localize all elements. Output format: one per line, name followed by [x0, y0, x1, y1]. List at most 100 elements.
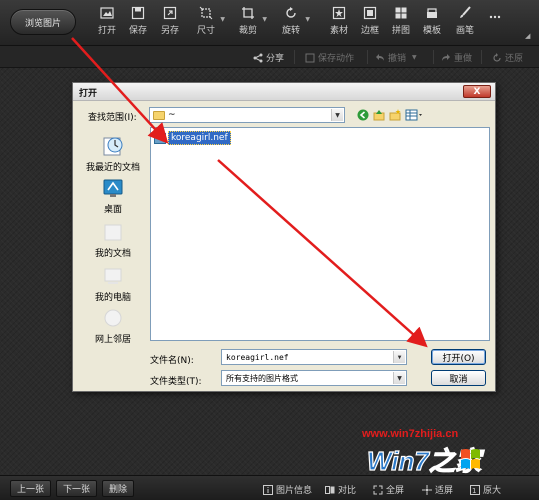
crop-dropdown-icon[interactable]: ▼: [262, 16, 267, 23]
undo-icon: [376, 53, 384, 61]
save-as-icon: [163, 6, 177, 20]
filetype-dropdown-icon[interactable]: ▼: [393, 372, 405, 384]
save-action-label: 保存动作: [318, 54, 355, 64]
place-my-documents[interactable]: 我的文档: [79, 221, 147, 259]
more-dots-icon: [489, 15, 501, 19]
previous-image-button[interactable]: 上一张: [10, 480, 52, 497]
place-label: 我的文档: [94, 249, 131, 259]
image-info-label: 图片信息: [276, 486, 313, 496]
image-info-icon: [263, 484, 273, 495]
look-in-value: ~: [168, 110, 176, 120]
filename-label: 文件名(N):: [150, 356, 194, 366]
crop-tool-button[interactable]: 裁剪 ▼: [239, 6, 267, 42]
filename-value: koreagirl.nef: [226, 352, 289, 362]
dialog-titlebar[interactable]: 打开 X: [73, 83, 495, 101]
look-in-dropdown-icon[interactable]: ▼: [331, 109, 343, 121]
original-size-button[interactable]: 1 原大: [470, 483, 501, 496]
bottom-bar: 上一张 下一张 删除 图片信息 对比 全屏 适屏 1 原大: [0, 475, 539, 500]
compare-icon: [325, 485, 335, 494]
back-icon[interactable]: [357, 109, 369, 121]
next-image-button[interactable]: 下一张: [56, 480, 98, 497]
file-list[interactable]: koreagirl.nef: [150, 127, 490, 341]
up-folder-icon[interactable]: [373, 109, 385, 121]
sticker-tool-button[interactable]: 素材: [330, 6, 348, 42]
save-action-button[interactable]: 保存动作: [305, 51, 354, 64]
redo-label: 重做: [454, 54, 473, 64]
save-icon: [131, 6, 145, 20]
my-documents-icon: [104, 224, 122, 241]
place-label: 网上邻居: [94, 335, 131, 345]
recent-docs-icon: [103, 137, 123, 156]
dialog-close-button[interactable]: X: [463, 85, 491, 98]
resize-tool-button[interactable]: 尺寸 ▼: [197, 6, 225, 42]
place-label: 桌面: [103, 205, 122, 215]
filename-input[interactable]: koreagirl.nef ▼: [221, 349, 407, 365]
save-tool-button[interactable]: 保存: [129, 6, 147, 42]
place-desktop[interactable]: 桌面: [79, 177, 147, 215]
my-computer-icon: [104, 268, 122, 284]
brush-tool-button[interactable]: 画笔: [456, 6, 474, 42]
look-in-select[interactable]: ~ ▼: [149, 107, 345, 123]
browse-images-button[interactable]: 浏览图片: [10, 9, 76, 35]
cancel-button[interactable]: 取消: [431, 370, 486, 386]
places-bar: 我最近的文档 桌面 我的文档 我的电脑 网上邻居: [79, 127, 147, 345]
sticker-icon: [332, 6, 346, 20]
file-list-item[interactable]: koreagirl.nef: [154, 131, 231, 145]
rotate-tool-button[interactable]: 旋转 ▼: [282, 6, 310, 42]
new-folder-icon[interactable]: [389, 109, 401, 121]
open-button[interactable]: 打开(O): [431, 349, 486, 365]
open-tool-label: 打开: [98, 26, 117, 36]
open-file-dialog: 打开 X 查找范围(I): ~ ▼ 我最近的文档 桌面 我的文档 我的电脑 网上…: [72, 82, 496, 392]
more-tools-button[interactable]: [488, 10, 502, 46]
template-tool-button[interactable]: 模板: [423, 6, 441, 42]
look-in-label: 查找范围(I):: [88, 113, 137, 123]
fit-screen-icon: [422, 484, 432, 495]
share-label: 分享: [266, 54, 285, 64]
border-tool-label: 边框: [361, 26, 380, 36]
delete-image-button[interactable]: 删除: [102, 480, 135, 497]
collage-tool-button[interactable]: 拼图: [392, 6, 410, 42]
open-tool-button[interactable]: 打开: [98, 6, 116, 42]
place-label: 我最近的文档: [85, 163, 140, 173]
nef-file-icon: [154, 132, 166, 144]
brush-icon: [460, 6, 471, 18]
resize-icon: [199, 6, 213, 20]
redo-button[interactable]: 重做: [441, 51, 472, 64]
action-separator: [433, 50, 434, 64]
resize-dropdown-icon[interactable]: ▼: [220, 16, 225, 23]
compare-label: 对比: [338, 486, 357, 496]
place-my-computer[interactable]: 我的电脑: [79, 265, 147, 303]
network-icon: [104, 309, 122, 327]
share-button[interactable]: 分享: [253, 51, 284, 64]
rotate-dropdown-icon[interactable]: ▼: [305, 16, 310, 23]
win7-logo: Win7之家: [366, 446, 485, 474]
restore-button[interactable]: 还原: [492, 51, 523, 64]
resize-tool-label: 尺寸: [197, 26, 216, 36]
filename-dropdown-icon[interactable]: ▼: [393, 351, 405, 363]
save-as-tool-button[interactable]: 另存: [161, 6, 179, 42]
place-recent-documents[interactable]: 我最近的文档: [79, 135, 147, 173]
fullscreen-button[interactable]: 全屏: [373, 483, 404, 496]
collage-tool-label: 拼图: [392, 26, 411, 36]
crop-icon: [242, 7, 254, 19]
collage-icon: [395, 7, 407, 19]
save-as-tool-label: 另存: [161, 26, 180, 36]
undo-button[interactable]: 撤销 ▼: [375, 51, 417, 64]
compare-button[interactable]: 对比: [325, 483, 356, 496]
action-bar: 分享 保存动作 撤销 ▼ 重做 还原: [0, 46, 539, 68]
view-menu-icon[interactable]: [405, 109, 423, 121]
dialog-title: 打开: [79, 89, 98, 99]
border-tool-button[interactable]: 边框: [361, 6, 379, 42]
fullscreen-label: 全屏: [386, 486, 405, 496]
toolbar-expand-icon[interactable]: ◢: [525, 32, 530, 40]
brush-tool-label: 画笔: [456, 26, 475, 36]
undo-dropdown-icon[interactable]: ▼: [412, 54, 417, 61]
filetype-select[interactable]: 所有支持的图片格式 ▼: [221, 370, 407, 386]
sticker-tool-label: 素材: [330, 26, 349, 36]
image-info-button[interactable]: 图片信息: [263, 483, 312, 496]
rotate-tool-label: 旋转: [282, 26, 301, 36]
fit-screen-button[interactable]: 适屏: [422, 483, 453, 496]
place-label: 我的电脑: [94, 293, 131, 303]
border-icon: [363, 6, 377, 20]
place-network[interactable]: 网上邻居: [79, 307, 147, 345]
